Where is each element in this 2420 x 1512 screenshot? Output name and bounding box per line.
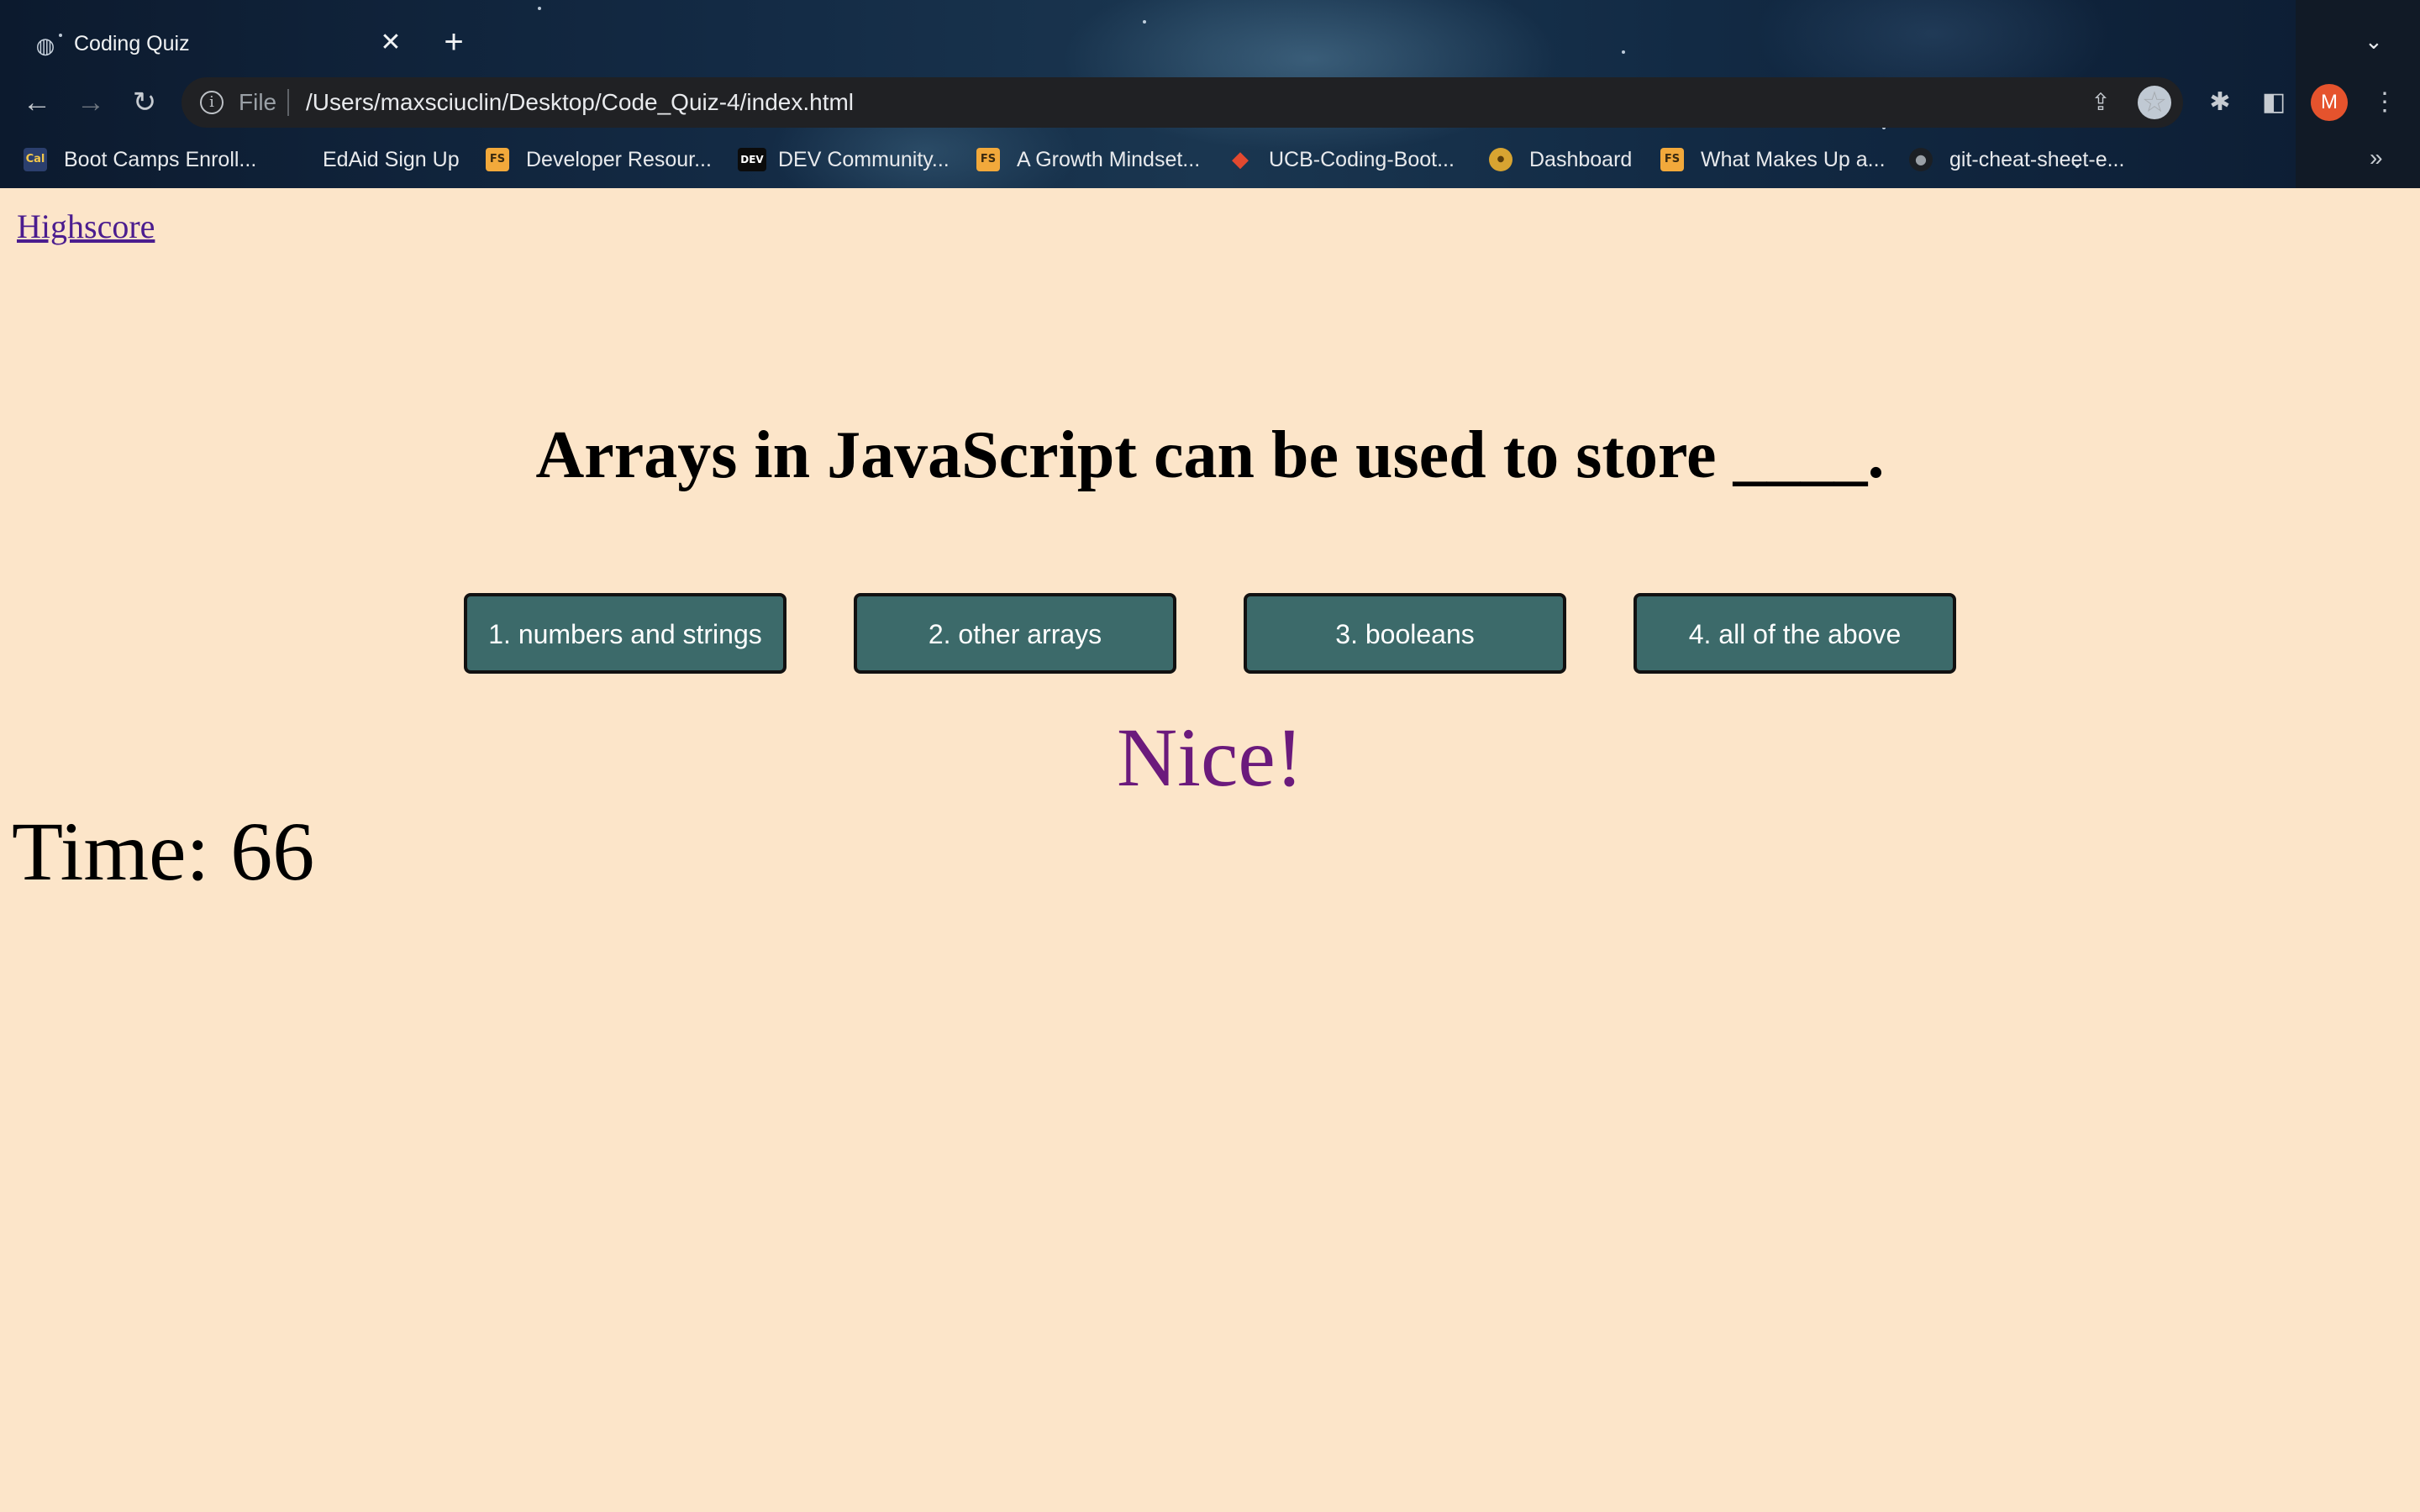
fs-icon: FS	[976, 148, 1000, 171]
forward-button[interactable]: →	[72, 84, 109, 121]
choice-button-4[interactable]: 4. all of the above	[1634, 593, 1956, 674]
address-bar[interactable]: i File /Users/maxsciuclin/Desktop/Code_Q…	[182, 77, 2183, 128]
badge-icon: ●	[1489, 148, 1512, 171]
new-tab-button[interactable]: +	[437, 25, 471, 59]
question-text: Arrays in JavaScript can be used to stor…	[535, 418, 1885, 492]
bookmark-label: EdAid Sign Up	[323, 148, 460, 171]
choice-button-2[interactable]: 2. other arrays	[854, 593, 1176, 674]
reload-button[interactable]: ↻	[126, 84, 163, 121]
bookmark-label: A Growth Mindset...	[1017, 148, 1201, 171]
browser-chrome: ◍ Coding Quiz ✕ + ⌄ ← → ↻ i File /Users/…	[0, 0, 2420, 188]
dev-icon: DEV	[738, 148, 766, 171]
url-scheme: File	[239, 89, 277, 115]
url-text[interactable]: /Users/maxsciuclin/Desktop/Code_Quiz-4/i…	[306, 89, 854, 116]
bookmark-label: Dashboard	[1529, 148, 1633, 171]
choice-button-1[interactable]: 1. numbers and strings	[464, 593, 786, 674]
back-button[interactable]: ←	[18, 84, 55, 121]
tab-title: Coding Quiz	[74, 32, 190, 55]
cal-icon: Cal	[24, 148, 47, 171]
bookmark-label: Developer Resour...	[526, 148, 712, 171]
github-icon: ●	[1909, 148, 1933, 171]
tab-coding-quiz[interactable]: ◍ Coding Quiz ✕	[13, 15, 408, 71]
quiz-page: Highscore Arrays in JavaScript can be us…	[0, 188, 2420, 1512]
fs-icon: FS	[1660, 148, 1684, 171]
profile-avatar[interactable]: M	[2311, 84, 2348, 121]
gitlab-icon: ◆	[1232, 147, 1249, 172]
tab-search-chevron-icon[interactable]: ⌄	[2365, 29, 2383, 54]
timer-display: Time: 66	[12, 805, 315, 898]
close-tab-icon[interactable]: ✕	[376, 29, 405, 57]
side-panel-icon[interactable]: ◧	[2257, 86, 2291, 119]
bookmark-label: git-cheat-sheet-e...	[1949, 148, 2125, 171]
bookmark-star-icon[interactable]: ☆	[2138, 86, 2171, 119]
bookmark-label: Boot Camps Enroll...	[64, 148, 257, 171]
address-separator	[287, 89, 289, 116]
extensions-icon[interactable]: ✱	[2203, 86, 2237, 119]
menu-kebab-icon[interactable]: ⋮	[2368, 86, 2402, 119]
bookmarks-overflow-icon[interactable]: »	[2370, 144, 2383, 171]
bookmark-label: DEV Community...	[778, 148, 950, 171]
bookmark-label: What Makes Up a...	[1701, 148, 1886, 171]
choice-button-3[interactable]: 3. booleans	[1244, 593, 1566, 674]
bookmark-label: UCB-Coding-Boot...	[1269, 148, 1455, 171]
fs-icon: FS	[486, 148, 509, 171]
share-icon[interactable]: ⇪	[2086, 87, 2116, 118]
answer-feedback: Nice!	[1116, 711, 1304, 804]
info-icon[interactable]: i	[200, 91, 224, 114]
globe-icon: ◍	[35, 33, 55, 58]
highscore-link[interactable]: Highscore	[17, 207, 155, 247]
